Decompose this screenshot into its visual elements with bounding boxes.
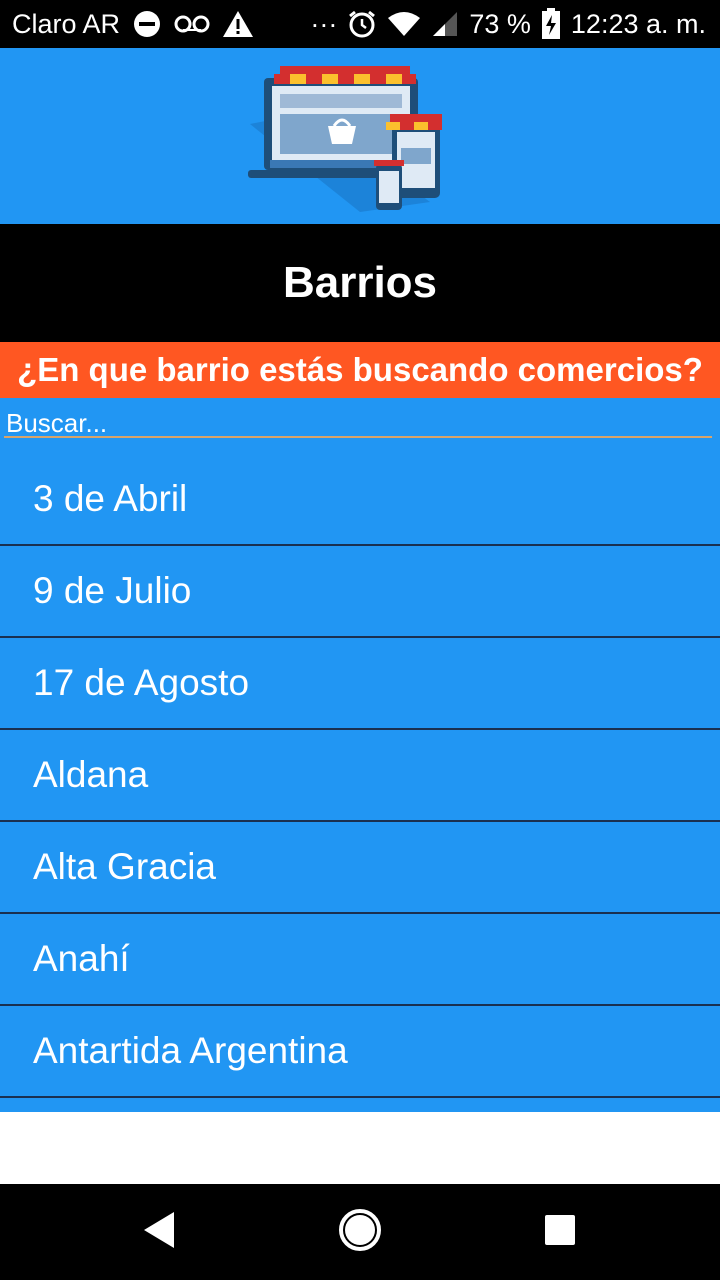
list-item[interactable]: Antartida Argentina [0,1006,720,1098]
home-button[interactable] [330,1202,390,1262]
search-input[interactable] [4,410,712,438]
list-item[interactable]: 3 de Abril [0,454,720,546]
battery-level: 73 % [469,8,531,39]
back-icon [140,1210,180,1255]
list-item[interactable]: 17 de Agosto [0,638,720,730]
status-bar: Claro AR ··· 73 % 12:23 a. m. [0,0,720,48]
clock: 12:23 a. m. [570,8,706,39]
carrier-name: Claro AR [12,8,121,39]
dnd-icon [132,9,162,39]
alarm-icon [347,9,377,39]
overflow-dots: ··· [310,8,338,39]
wifi-icon [387,10,421,38]
page-title: Barrios [282,258,438,307]
question-banner: ¿En que barrio estás buscando comercios? [0,342,720,398]
list-item[interactable]: Alta Gracia [0,822,720,914]
list-item[interactable]: Anahí [0,914,720,1006]
back-button[interactable] [130,1202,190,1262]
voicemail-icon [174,14,210,34]
list-item[interactable]: Aldana [0,730,720,822]
home-icon [337,1207,383,1258]
list-item[interactable]: 9 de Julio [0,546,720,638]
navigation-bar [0,1184,720,1280]
battery-icon [541,8,561,40]
title-bar: Barrios [0,224,720,342]
shop-devices-logo [240,52,480,221]
warning-icon [222,9,254,39]
bottom-spacer [0,1112,720,1184]
app-header [0,48,720,224]
recents-icon [544,1214,576,1251]
recents-button[interactable] [530,1202,590,1262]
search-bar [0,398,720,454]
neighborhood-list: 3 de Abril 9 de Julio 17 de Agosto Aldan… [0,454,720,1112]
signal-icon [431,10,459,38]
